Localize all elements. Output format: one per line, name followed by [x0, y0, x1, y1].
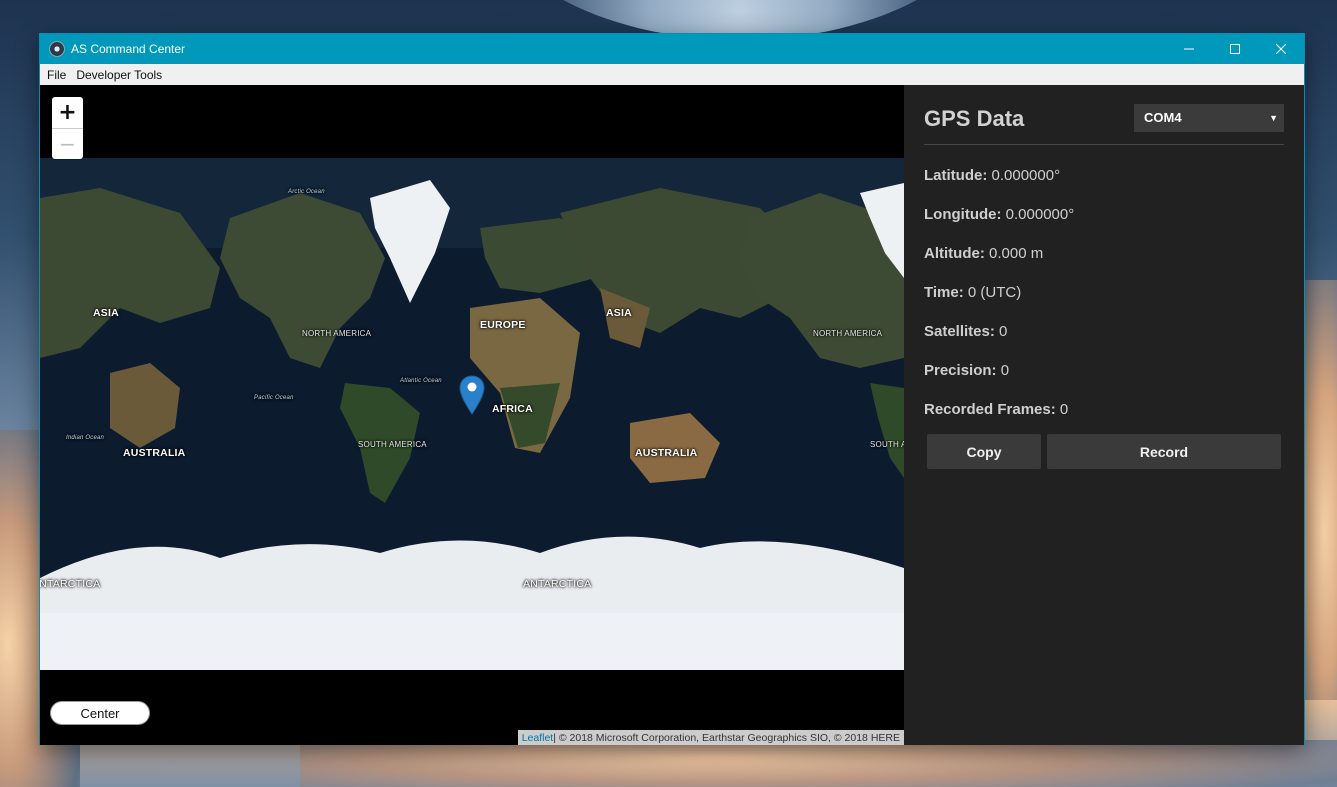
- map-label-north-america: NORTH AMERICA: [813, 329, 883, 338]
- field-label: Precision:: [924, 362, 997, 379]
- map-label-asia: ASIA: [93, 307, 119, 319]
- field-value: 0: [1059, 401, 1069, 418]
- leaflet-link[interactable]: Leaflet: [522, 732, 554, 744]
- panel-header: GPS Data COM4 ▼: [924, 85, 1284, 145]
- field-precision: Precision: 0: [924, 362, 1284, 401]
- gps-panel: GPS Data COM4 ▼ Latitude: 0.000000° Long…: [904, 85, 1304, 745]
- field-satellites: Satellites: 0: [924, 323, 1284, 362]
- map-label-asia: ASIA: [606, 307, 632, 319]
- field-value: 0.000 m: [989, 245, 1044, 262]
- field-latitude: Latitude: 0.000000°: [924, 167, 1284, 206]
- map-view[interactable]: + − ASIA NORTH AMERICA EUROPE ASIA NORTH…: [40, 85, 904, 745]
- maximize-button[interactable]: [1212, 34, 1258, 64]
- map-label-north-america: NORTH AMERICA: [302, 329, 372, 338]
- field-value: 0 (UTC): [967, 284, 1022, 301]
- field-value: 0: [1000, 362, 1010, 379]
- map-label-europe: EUROPE: [480, 319, 526, 331]
- panel-title: GPS Data: [924, 105, 1025, 131]
- close-icon: [1276, 44, 1286, 54]
- record-button[interactable]: Record: [1047, 434, 1281, 469]
- minimize-icon: [1184, 48, 1194, 50]
- minimize-button[interactable]: [1166, 34, 1212, 64]
- field-label: Satellites:: [924, 323, 995, 340]
- field-label: Altitude:: [924, 245, 985, 262]
- app-window: AS Command Center File Developer Tools +…: [39, 33, 1305, 745]
- zoom-in-button[interactable]: +: [52, 97, 83, 128]
- zoom-out-button[interactable]: −: [52, 128, 83, 159]
- location-marker-icon[interactable]: [459, 375, 485, 420]
- field-altitude: Altitude: 0.000 m: [924, 245, 1284, 284]
- field-label: Latitude:: [924, 167, 988, 184]
- zoom-control: + −: [52, 97, 83, 159]
- desktop-wallpaper-clouds: [300, 740, 1337, 787]
- map-label-indian-ocean: Indian Ocean: [66, 435, 105, 441]
- window-title: AS Command Center: [71, 42, 186, 56]
- gps-fields: Latitude: 0.000000° Longitude: 0.000000°…: [924, 167, 1284, 440]
- field-value: 0.000000°: [991, 167, 1061, 184]
- field-label: Time:: [924, 284, 964, 301]
- map-label-south-america: SOUTH AMERICA: [870, 440, 904, 449]
- window-controls: [1166, 34, 1304, 64]
- map-label-antarctica: ANTARCTICA: [523, 578, 592, 590]
- menu-bar: File Developer Tools: [40, 64, 1304, 85]
- map-label-australia: AUSTRALIA: [123, 447, 186, 459]
- field-label: Recorded Frames:: [924, 401, 1056, 418]
- maximize-icon: [1230, 44, 1240, 54]
- map-label-pacific-ocean: Pacific Ocean: [254, 395, 294, 401]
- main-content: + − ASIA NORTH AMERICA EUROPE ASIA NORTH…: [40, 85, 1304, 745]
- close-button[interactable]: [1258, 34, 1304, 64]
- field-value: 0: [999, 323, 1008, 340]
- title-bar[interactable]: AS Command Center: [40, 34, 1304, 64]
- desktop-wallpaper-clouds: [1300, 280, 1337, 700]
- menu-file[interactable]: File: [46, 68, 73, 82]
- attribution-text: | © 2018 Microsoft Corporation, Earthsta…: [553, 731, 900, 744]
- chevron-down-icon: ▼: [1269, 112, 1278, 123]
- map-label-australia: AUSTRALIA: [635, 447, 698, 459]
- port-select-value: COM4: [1144, 110, 1182, 125]
- field-label: Longitude:: [924, 206, 1002, 223]
- port-select[interactable]: COM4 ▼: [1134, 103, 1284, 132]
- app-icon: [49, 41, 65, 57]
- map-label-south-america: SOUTH AMERICA: [358, 440, 427, 449]
- map-label-africa: AFRICA: [492, 403, 533, 415]
- map-label-antarctica: ANTARCTICA: [40, 578, 101, 590]
- map-label-atlantic-ocean: Atlantic Ocean: [400, 378, 442, 384]
- field-time: Time: 0 (UTC): [924, 284, 1284, 323]
- map-attribution: Leaflet | © 2018 Microsoft Corporation, …: [517, 730, 904, 745]
- menu-developer-tools[interactable]: Developer Tools: [75, 68, 169, 82]
- field-longitude: Longitude: 0.000000°: [924, 206, 1284, 245]
- panel-actions: Copy Record: [924, 434, 1284, 469]
- center-button[interactable]: Center: [50, 701, 150, 725]
- copy-button[interactable]: Copy: [927, 434, 1041, 469]
- map-label-arctic-ocean: Arctic Ocean: [288, 189, 325, 195]
- field-value: 0.000000°: [1005, 206, 1075, 223]
